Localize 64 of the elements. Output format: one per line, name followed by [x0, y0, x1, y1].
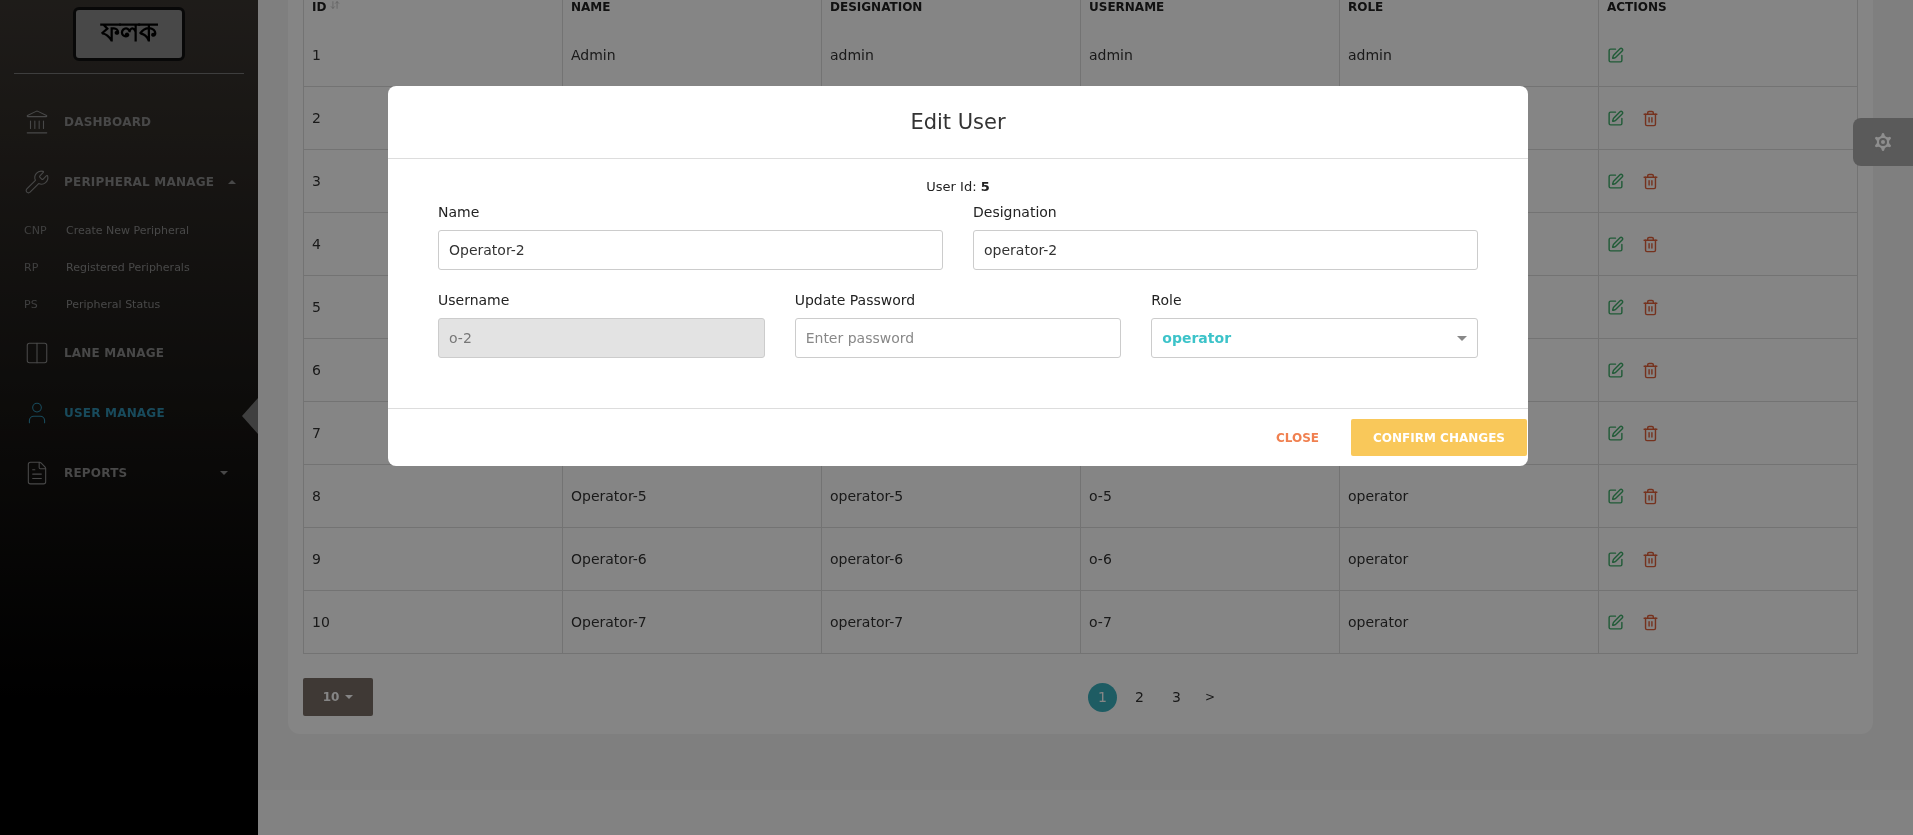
column-header: DESIGNATION	[822, 0, 1081, 24]
column-header: ROLE	[1340, 0, 1599, 24]
table-cell: operator	[1340, 528, 1599, 591]
table-cell: operator-6	[822, 528, 1081, 591]
page-button[interactable]: 2	[1125, 682, 1154, 712]
table-cell: 9	[304, 528, 563, 591]
close-button[interactable]: CLOSE	[1261, 420, 1334, 455]
sort-icon	[330, 0, 341, 10]
logo: ফলক	[73, 7, 185, 61]
sidebar-item[interactable]: LANE MANAGE	[0, 323, 258, 383]
field-label: Role	[1151, 292, 1183, 308]
table-cell: operator-7	[822, 591, 1081, 654]
edit-icon[interactable]	[1607, 109, 1624, 127]
edit-icon[interactable]	[1607, 235, 1624, 253]
edit-icon[interactable]	[1607, 424, 1624, 442]
table-cell: o-7	[1081, 591, 1340, 654]
trash-icon[interactable]	[1642, 613, 1659, 631]
trash-icon[interactable]	[1642, 361, 1659, 379]
caret-icon	[1457, 335, 1467, 341]
table-cell: Operator-7	[563, 591, 822, 654]
edit-icon[interactable]	[1607, 550, 1624, 568]
columns-icon	[24, 340, 50, 366]
trash-icon[interactable]	[1642, 172, 1659, 190]
page-size-button[interactable]: 10	[303, 678, 373, 716]
field-label: Designation	[973, 204, 1058, 220]
trash-icon[interactable]	[1642, 487, 1659, 505]
confirm-button[interactable]: CONFIRM CHANGES	[1351, 419, 1527, 456]
edit-icon[interactable]	[1607, 46, 1624, 64]
column-header[interactable]: ID	[304, 0, 563, 24]
table-cell: o-6	[1081, 528, 1340, 591]
edit-icon[interactable]	[1607, 361, 1624, 379]
input-field[interactable]: operator-2	[973, 230, 1478, 270]
field-label: Update Password	[794, 292, 917, 308]
sidebar-item[interactable]: REPORTS	[0, 443, 258, 503]
input-field[interactable]: Enter password	[794, 318, 1122, 358]
column-header: NAME	[563, 0, 822, 24]
submenu-item[interactable]: Peripheral Status	[66, 298, 161, 311]
trash-icon[interactable]	[1642, 298, 1659, 316]
trash-icon[interactable]	[1642, 235, 1659, 253]
table-cell: operator	[1340, 591, 1599, 654]
field-label: Username	[438, 292, 511, 308]
next-page-button[interactable]: >	[1199, 689, 1222, 705]
edit-icon[interactable]	[1607, 613, 1624, 631]
settings-button[interactable]	[1853, 118, 1913, 166]
dialog-title: Edit User	[910, 110, 1006, 134]
bank-icon	[24, 109, 50, 135]
edit-icon[interactable]	[1607, 172, 1624, 190]
tools-icon	[24, 169, 50, 195]
page-button[interactable]: 1	[1088, 682, 1117, 712]
edit-icon[interactable]	[1607, 487, 1624, 505]
trash-icon[interactable]	[1642, 109, 1659, 127]
page-button[interactable]: 3	[1162, 682, 1191, 712]
edit-icon[interactable]	[1607, 298, 1624, 316]
submenu-item[interactable]: Registered Peripherals	[66, 261, 190, 274]
trash-icon[interactable]	[1642, 424, 1659, 442]
table-cell: 10	[304, 591, 563, 654]
user-id-text: User Id: 5	[926, 179, 990, 194]
caret-icon	[345, 695, 354, 699]
trash-icon[interactable]	[1642, 550, 1659, 568]
table-cell: Operator-6	[563, 528, 822, 591]
input-field[interactable]: Operator-2	[438, 230, 943, 270]
column-header: ACTIONS	[1599, 0, 1858, 24]
role-select[interactable]: operator	[1151, 318, 1478, 358]
column-header: USERNAME	[1081, 0, 1340, 24]
